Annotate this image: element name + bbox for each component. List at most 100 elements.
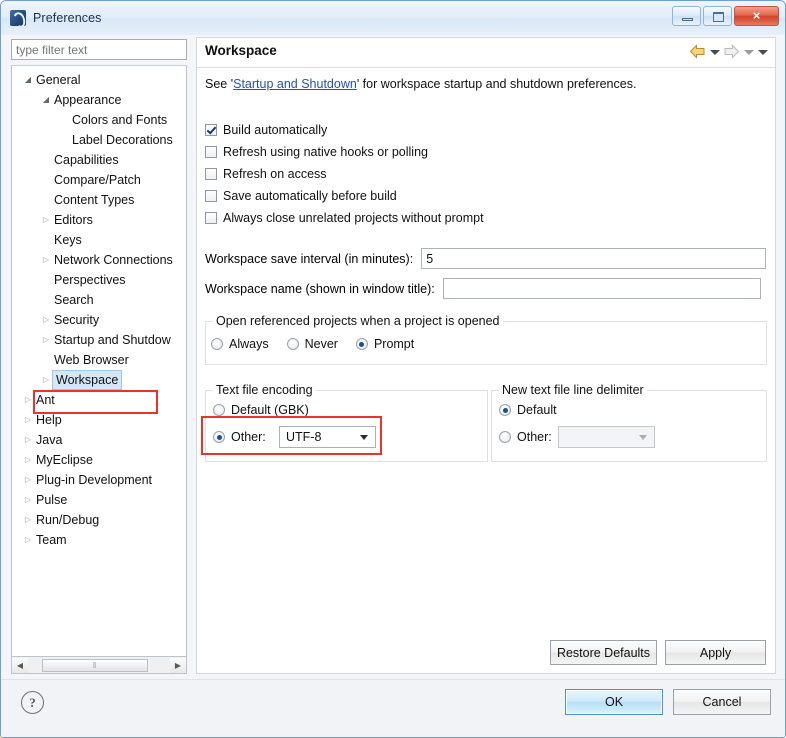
- checkbox-row-refresh-using-native-hooks-or-polling[interactable]: Refresh using native hooks or polling: [205, 141, 484, 163]
- tree-item-pulse[interactable]: ▷ Pulse: [12, 490, 186, 510]
- checkbox-unchecked-icon: [205, 168, 217, 180]
- tree-item-editors[interactable]: ▷ Editors: [12, 210, 186, 230]
- delimiter-other-option[interactable]: Other:: [499, 430, 552, 444]
- open-referenced-option-always[interactable]: Always: [211, 337, 269, 351]
- expand-arrow-down-icon[interactable]: ◢: [40, 90, 52, 110]
- tree-item-label-decorations[interactable]: Label Decorations: [12, 130, 186, 150]
- expand-arrow-down-icon[interactable]: ◢: [22, 70, 34, 90]
- tree-item-ant[interactable]: ▷ Ant: [12, 390, 186, 410]
- tree-item-startup-and-shutdow[interactable]: ▷ Startup and Shutdow: [12, 330, 186, 350]
- encoding-other-option[interactable]: Other:: [213, 430, 266, 444]
- checkbox-label: Refresh using native hooks or polling: [223, 145, 428, 159]
- checkbox-row-always-close-unrelated-projects-without-prompt[interactable]: Always close unrelated projects without …: [205, 207, 484, 229]
- expand-arrow-right-icon[interactable]: ▷: [40, 310, 52, 330]
- preference-tree[interactable]: ◢ General ◢ Appearance Colors and Fonts Label…: [11, 65, 187, 657]
- expand-arrow-right-icon[interactable]: ▷: [22, 470, 34, 490]
- eclipse-icon: [10, 10, 26, 26]
- apply-button[interactable]: Apply: [665, 640, 766, 665]
- save-interval-input[interactable]: [421, 248, 767, 269]
- restore-defaults-button[interactable]: Restore Defaults: [550, 640, 657, 665]
- delimiter-default-option[interactable]: Default: [499, 403, 557, 417]
- view-menu-chevron-down-icon[interactable]: [757, 45, 768, 59]
- expand-arrow-right-icon[interactable]: ▷: [22, 530, 34, 550]
- workspace-name-input[interactable]: [442, 278, 761, 299]
- expand-arrow-right-icon[interactable]: ▷: [22, 490, 34, 510]
- help-icon[interactable]: ?: [21, 691, 44, 714]
- tree-horizontal-scrollbar[interactable]: ◀ ‖ ▶: [11, 657, 187, 674]
- forward-history-chevron-down-icon[interactable]: [743, 45, 754, 59]
- tree-item-network-connections[interactable]: ▷ Network Connections: [12, 250, 186, 270]
- dialog-buttons: OK Cancel: [565, 689, 771, 715]
- scroll-left-icon[interactable]: ◀: [12, 657, 28, 673]
- expand-arrow-right-icon[interactable]: ▷: [22, 510, 34, 530]
- expand-arrow-right-icon[interactable]: ▷: [22, 390, 34, 410]
- tree-item-label: Content Types: [54, 193, 135, 207]
- close-button[interactable]: ×: [734, 6, 779, 26]
- scroll-thumb[interactable]: ‖: [42, 658, 148, 672]
- tree-item-web-browser[interactable]: Web Browser: [12, 350, 186, 370]
- tree-item-team[interactable]: ▷ Team: [12, 530, 186, 550]
- open-referenced-option-label: Prompt: [373, 337, 415, 351]
- workspace-name-row: Workspace name (shown in window title):: [205, 278, 761, 299]
- text-file-encoding-group: Text file encoding Default (GBK) Other: …: [205, 383, 488, 462]
- maximize-icon: [713, 12, 724, 22]
- tree-item-plug-in-development[interactable]: ▷ Plug-in Development: [12, 470, 186, 490]
- tree-item-perspectives[interactable]: Perspectives: [12, 270, 186, 290]
- tree-item-capabilities[interactable]: Capabilities: [12, 150, 186, 170]
- tree-item-security[interactable]: ▷ Security: [12, 310, 186, 330]
- open-referenced-option-never[interactable]: Never: [286, 337, 338, 351]
- tree-item-content-types[interactable]: Content Types: [12, 190, 186, 210]
- forward-arrow-icon[interactable]: [723, 44, 740, 59]
- delimiter-default-label: Default: [517, 403, 557, 417]
- checkbox-row-refresh-on-access[interactable]: Refresh on access: [205, 163, 484, 185]
- scroll-track[interactable]: ‖: [28, 658, 170, 673]
- ok-button[interactable]: OK: [565, 689, 663, 715]
- open-referenced-option-prompt[interactable]: Prompt: [355, 337, 415, 351]
- tree-item-label: Help: [36, 413, 62, 427]
- expand-arrow-right-icon[interactable]: ▷: [40, 250, 52, 270]
- cancel-button[interactable]: Cancel: [673, 689, 771, 715]
- minimize-button[interactable]: [672, 6, 701, 26]
- tree-item-general[interactable]: ◢ General: [12, 70, 186, 90]
- tree-item-label: MyEclipse: [36, 453, 93, 467]
- tree-item-keys[interactable]: Keys: [12, 230, 186, 250]
- filter-input[interactable]: [11, 39, 187, 60]
- intro-suffix: for workspace startup and shutdown prefe…: [359, 77, 637, 91]
- delimiter-other-radio-icon: [499, 431, 511, 443]
- expand-arrow-right-icon[interactable]: ▷: [22, 430, 34, 450]
- tree-item-label: Compare/Patch: [54, 173, 141, 187]
- expand-arrow-right-icon[interactable]: ▷: [40, 330, 52, 350]
- tree-item-colors-and-fonts[interactable]: Colors and Fonts: [12, 110, 186, 130]
- tree-item-label: Label Decorations: [72, 133, 173, 147]
- expand-arrow-right-icon[interactable]: ▷: [22, 450, 34, 470]
- encoding-combo[interactable]: UTF-8: [279, 426, 376, 448]
- back-history-chevron-down-icon[interactable]: [709, 45, 720, 59]
- expand-arrow-right-icon[interactable]: ▷: [40, 370, 52, 390]
- back-arrow-icon[interactable]: [689, 44, 706, 59]
- checkbox-row-save-automatically-before-build[interactable]: Save automatically before build: [205, 185, 484, 207]
- tree-item-run-debug[interactable]: ▷ Run/Debug: [12, 510, 186, 530]
- tree-item-search[interactable]: Search: [12, 290, 186, 310]
- window-controls: ×: [672, 6, 779, 26]
- expand-arrow-right-icon[interactable]: ▷: [40, 210, 52, 230]
- tree-item-help[interactable]: ▷ Help: [12, 410, 186, 430]
- maximize-button[interactable]: [703, 6, 732, 26]
- page-header: Workspace: [197, 38, 775, 68]
- tree-item-java[interactable]: ▷ Java: [12, 430, 186, 450]
- tree-item-appearance[interactable]: ◢ Appearance: [12, 90, 186, 110]
- tree-item-workspace[interactable]: ▷ Workspace: [12, 370, 186, 390]
- delimiter-combo[interactable]: [558, 426, 655, 448]
- tree-item-compare-patch[interactable]: Compare/Patch: [12, 170, 186, 190]
- expand-arrow-right-icon[interactable]: ▷: [22, 410, 34, 430]
- encoding-default-option[interactable]: Default (GBK): [213, 403, 309, 417]
- intro-prefix: See: [205, 77, 231, 91]
- checkbox-row-build-automatically[interactable]: Build automatically: [205, 119, 484, 141]
- preference-tree-pane: ◢General◢AppearanceColors and Fonts Label…: [11, 37, 189, 675]
- tree-item-label: Startup and Shutdow: [54, 333, 171, 347]
- startup-and-shutdown-link[interactable]: Startup and Shutdown: [233, 77, 357, 91]
- encoding-combo-chevron-down-icon: [360, 435, 368, 440]
- open-referenced-option-label: Always: [229, 337, 269, 351]
- tree-item-myeclipse[interactable]: ▷ MyEclipse: [12, 450, 186, 470]
- scroll-right-icon[interactable]: ▶: [170, 657, 186, 673]
- delimiter-default-radio-icon: [499, 404, 511, 416]
